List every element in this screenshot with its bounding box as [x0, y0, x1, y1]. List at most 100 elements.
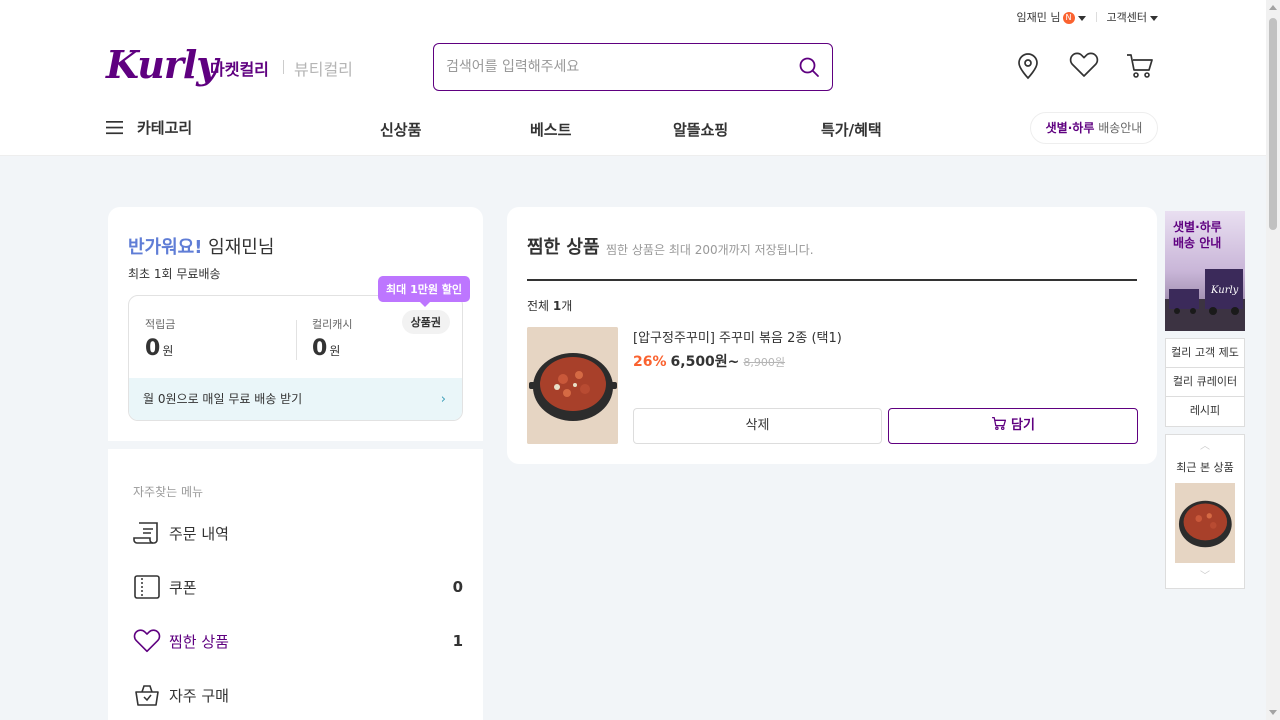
tab-market-kurly[interactable]: 마켓컬리 [210, 56, 269, 80]
menu-wishlist[interactable]: 찜한 상품 1 [133, 625, 463, 657]
basket-icon [133, 682, 163, 708]
location-icon[interactable] [1016, 52, 1040, 84]
add-to-cart-button[interactable]: 담기 [888, 408, 1138, 444]
cart-label: 담기 [1011, 418, 1035, 433]
tab-beauty-kurly[interactable]: 뷰티컬리 [294, 56, 353, 80]
side-links: 컬리 고객 제도 컬리 큐레이터 레시피 [1165, 338, 1245, 427]
frequent-menu-card: 자주찾는 메뉴 주문 내역 쿠폰 0 찜한 상품 1 자주 구매 [108, 449, 483, 720]
hamburger-icon [106, 121, 123, 135]
count-value: 1 [552, 299, 562, 313]
main-nav: 카테고리 신상품 베스트 알뜰쇼핑 특가/혜택 샛별·하루 배송안내 [106, 112, 1158, 144]
delivery-rest: 배송안내 [1094, 121, 1143, 135]
recently-viewed: ︿ 최근 본 상품 ﹀ [1165, 434, 1245, 589]
heart-icon [133, 628, 163, 654]
category-label: 카테고리 [137, 119, 193, 137]
divider [1095, 12, 1097, 22]
scrollbar[interactable] [1266, 0, 1280, 720]
nav-best[interactable]: 베스트 [530, 119, 571, 140]
user-menu[interactable]: 임재민 님N [1017, 9, 1086, 25]
wishlist-count: 전체 1개 [527, 297, 572, 314]
link-curator[interactable]: 컬리 큐레이터 [1166, 368, 1244, 397]
points-value: 0 [145, 336, 161, 361]
cash-value: 0 [312, 336, 328, 361]
delivery-banner[interactable]: 샛별·하루 배송 안내 Kurly [1165, 211, 1245, 331]
delivery-info-button[interactable]: 샛별·하루 배송안내 [1030, 112, 1158, 144]
won-unit: 원 [329, 344, 341, 358]
new-badge: N [1062, 12, 1075, 24]
cart-icon [992, 416, 1007, 431]
menu-label: 자주 구매 [169, 686, 229, 705]
menu-label: 찜한 상품 [169, 632, 229, 651]
chevron-up-icon[interactable]: ︿ [1166, 437, 1244, 452]
kurly-logo[interactable]: Kurly [106, 42, 218, 87]
won-unit: 원 [162, 344, 174, 358]
menu-count: 0 [452, 578, 463, 596]
link-customer-policy[interactable]: 컬리 고객 제도 [1166, 339, 1244, 368]
kurly-cash[interactable]: 컬리캐시 0원 [312, 316, 352, 361]
cart-icon[interactable] [1125, 52, 1155, 84]
product-image[interactable] [527, 327, 618, 444]
heart-icon[interactable] [1069, 52, 1099, 82]
chevron-right-icon: › [440, 392, 446, 407]
menu-title: 자주찾는 메뉴 [133, 485, 204, 499]
divider [283, 60, 284, 74]
greeting-name: 임재민님 [202, 237, 275, 258]
support-label: 고객센터 [1106, 11, 1147, 24]
reserve-points[interactable]: 적립금 0원 [145, 316, 175, 361]
menu-label: 쿠폰 [169, 578, 197, 597]
link-recipe[interactable]: 레시피 [1166, 397, 1244, 426]
points-box: 적립금 0원 컬리캐시 0원 상품권 월 0원으로 매일 무료 배송 받기 › [128, 295, 463, 421]
recent-title: 최근 본 상품 [1176, 461, 1234, 474]
category-menu[interactable]: 카테고리 [106, 117, 192, 138]
wishlist-card: 찜한 상품 찜한 상품은 최대 200개까지 저장됩니다. 전체 1개 [압구정… [507, 207, 1157, 464]
search-icon[interactable] [798, 56, 820, 82]
membership-promo[interactable]: 월 0원으로 매일 무료 배송 받기 › [129, 378, 462, 420]
discount-tooltip: 최대 1만원 할인 [378, 276, 471, 307]
gift-card-chip[interactable]: 상품권 [401, 310, 450, 334]
promo-text: 월 0원으로 매일 무료 배송 받기 [143, 392, 303, 406]
greeting-hi: 반가워요! [128, 237, 203, 258]
top-utility-bar: 임재민 님N 고객센터 [1017, 9, 1158, 25]
banner-text: 샛별·하루 배송 안내 [1173, 220, 1222, 250]
menu-frequent-purchase[interactable]: 자주 구매 [133, 679, 463, 711]
sale-price: 6,500원~ [670, 354, 740, 370]
delivery-bold: 샛별·하루 [1045, 121, 1095, 135]
nav-thrifty[interactable]: 알뜰쇼핑 [673, 119, 728, 140]
search-box [433, 43, 833, 91]
chevron-down-icon [1077, 15, 1086, 21]
nav-special[interactable]: 특가/혜택 [821, 119, 882, 140]
scroll-down-arrow[interactable] [1269, 710, 1277, 715]
scroll-up-arrow[interactable] [1269, 5, 1277, 10]
product-name[interactable]: [압구정주꾸미] 주꾸미 볶음 2종 (택1) [633, 327, 842, 346]
recent-product-image[interactable] [1175, 483, 1235, 563]
search-input[interactable] [446, 56, 786, 78]
cash-label: 컬리캐시 [312, 318, 353, 331]
nav-new[interactable]: 신상품 [380, 119, 421, 140]
user-name: 임재민 님 [1016, 11, 1061, 24]
menu-coupons[interactable]: 쿠폰 0 [133, 571, 463, 603]
coupon-icon [133, 574, 163, 600]
menu-label: 주문 내역 [169, 524, 229, 543]
chevron-down-icon [1150, 15, 1158, 21]
greeting: 반가워요! 임재민님 [128, 233, 274, 259]
scroll-thumb[interactable] [1269, 18, 1277, 230]
chevron-down-icon[interactable]: ﹀ [1166, 567, 1244, 582]
receipt-icon [133, 520, 163, 546]
points-label: 적립금 [145, 318, 176, 331]
count-prefix: 전체 [527, 299, 553, 313]
menu-orders[interactable]: 주문 내역 [133, 517, 463, 549]
support-menu[interactable]: 고객센터 [1107, 9, 1158, 25]
benefit-text: 최초 1회 무료배송 [128, 267, 221, 281]
menu-count: 1 [452, 632, 463, 650]
banner-truck-logo: Kurly [1211, 285, 1239, 296]
divider [296, 320, 297, 360]
profile-card: 반가워요! 임재민님 최초 1회 무료배송 적립금 0원 컬리캐시 0원 상품권… [108, 207, 483, 441]
divider [527, 279, 1137, 281]
discount-rate: 26% [633, 354, 667, 370]
delete-button[interactable]: 삭제 [633, 408, 882, 444]
wishlist-description: 찜한 상품은 최대 200개까지 저장됩니다. [606, 243, 814, 257]
product-price: 26% 6,500원~ 8,900원 [633, 351, 785, 371]
count-suffix: 개 [561, 299, 573, 313]
original-price: 8,900원 [743, 356, 786, 369]
page-title: 찜한 상품 [527, 237, 600, 258]
